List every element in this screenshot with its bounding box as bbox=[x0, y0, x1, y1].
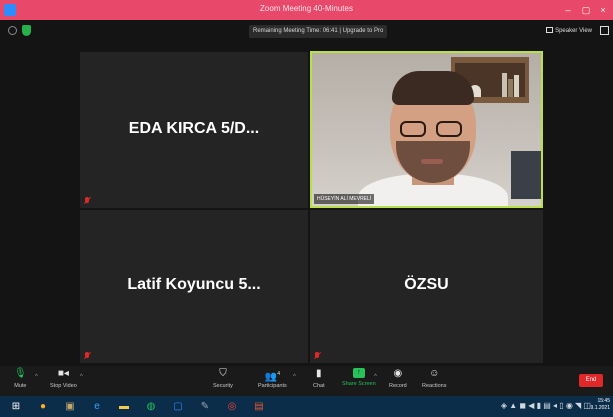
participants-icon: 👥4 bbox=[264, 371, 280, 383]
mic-muted-icon bbox=[84, 197, 90, 205]
participant-name: Latif Koyuncu 5... bbox=[127, 276, 261, 293]
record-label: Record bbox=[389, 383, 407, 389]
active-speaker-video-tile[interactable]: HÜSEYİN ALİ MEVRELİ bbox=[310, 51, 543, 208]
reactions-icon: ☺ bbox=[429, 368, 440, 379]
reactions-button[interactable]: ☺ Reactions bbox=[422, 368, 446, 389]
chrome-icon[interactable]: ◎ bbox=[224, 399, 240, 414]
microphone-icon: 🎙 bbox=[14, 368, 27, 379]
powerpoint-icon[interactable]: ▤ bbox=[251, 399, 267, 414]
participant-tile[interactable]: EDA KIRCA 5/D... bbox=[80, 52, 308, 208]
share-options-caret[interactable]: ^ bbox=[374, 374, 377, 380]
app-icon[interactable]: ✎ bbox=[197, 399, 213, 414]
participants-options-caret[interactable]: ^ bbox=[293, 374, 296, 380]
participant-name-label: HÜSEYİN ALİ MEVRELİ bbox=[314, 194, 375, 204]
chat-bubble-icon: ▮ bbox=[316, 368, 322, 379]
speaker-video bbox=[312, 53, 541, 206]
audio-options-caret[interactable]: ^ bbox=[35, 374, 38, 380]
info-icon[interactable] bbox=[8, 26, 17, 35]
record-icon: ◉ bbox=[393, 368, 403, 379]
video-camera-icon: ■◂ bbox=[57, 368, 69, 379]
grid-view-icon bbox=[546, 27, 554, 33]
internet-explorer-icon[interactable]: e bbox=[89, 399, 105, 414]
participants-button[interactable]: 👥4 Participants bbox=[258, 368, 287, 389]
remaining-time-banner[interactable]: Remaining Meeting Time: 06:41 | Upgrade … bbox=[249, 25, 388, 38]
chat-button[interactable]: ▮ Chat bbox=[313, 368, 325, 389]
participants-count: 4 bbox=[277, 371, 280, 377]
fullscreen-icon[interactable] bbox=[600, 26, 609, 35]
clock-date: 9.1.2021 bbox=[590, 405, 610, 411]
browser-app-icon[interactable]: ● bbox=[35, 399, 51, 414]
taskbar-clock[interactable]: 15:45 9.1.2021 bbox=[591, 398, 610, 412]
meeting-info-bar: Remaining Meeting Time: 06:41 | Upgrade … bbox=[0, 20, 613, 42]
end-meeting-button[interactable]: End bbox=[579, 374, 603, 387]
file-explorer-icon[interactable]: ▬ bbox=[116, 399, 132, 414]
system-tray[interactable]: ◈ ▲ ◼ ◀ ▮ ▤ ◂ ▯ ◉ ◥ ◫ bbox=[501, 401, 591, 410]
chat-label: Chat bbox=[313, 383, 325, 389]
mute-label: Mute bbox=[14, 383, 27, 389]
participant-tile[interactable]: ÖZSU bbox=[310, 210, 543, 363]
title-bar: Zoom Meeting 40-Minutes – ▢ × bbox=[0, 0, 613, 20]
video-options-caret[interactable]: ^ bbox=[80, 374, 83, 380]
participant-name: ÖZSU bbox=[404, 276, 449, 293]
speaker-view-button[interactable]: Speaker View bbox=[543, 25, 595, 37]
participants-label: Participants bbox=[258, 383, 287, 389]
zoom-icon[interactable]: ▢ bbox=[170, 399, 186, 414]
stop-video-button[interactable]: ■◂ Stop Video bbox=[50, 368, 77, 389]
window-title: Zoom Meeting 40-Minutes bbox=[260, 4, 353, 13]
mic-muted-icon bbox=[314, 352, 320, 360]
windows-start-icon[interactable]: ⊞ bbox=[8, 399, 24, 414]
security-label: Security bbox=[213, 383, 233, 389]
app-icon[interactable]: ▣ bbox=[62, 399, 78, 414]
minimize-button[interactable]: – bbox=[561, 3, 575, 17]
share-screen-icon: ↑ bbox=[352, 368, 365, 378]
share-screen-label: Share Screen bbox=[342, 381, 376, 387]
meeting-toolbar: 🎙 Mute ^ ■◂ Stop Video ^ ⛉ Security 👥4 P… bbox=[0, 366, 613, 396]
zoom-window: Zoom Meeting 40-Minutes – ▢ × Remaining … bbox=[0, 0, 613, 417]
clock-time: 15:45 bbox=[597, 398, 610, 404]
windows-taskbar: ⊞ ● ▣ e ▬ ◍ ▢ ✎ ◎ ▤ ◈ ▲ ◼ ◀ ▮ ▤ ◂ ▯ ◉ ◥ … bbox=[0, 396, 613, 417]
whatsapp-icon[interactable]: ◍ bbox=[143, 399, 159, 414]
participant-name: EDA KIRCA 5/D... bbox=[128, 120, 260, 137]
stop-video-label: Stop Video bbox=[50, 383, 77, 389]
maximize-button[interactable]: ▢ bbox=[579, 3, 593, 17]
mic-muted-icon bbox=[84, 352, 90, 360]
record-button[interactable]: ◉ Record bbox=[389, 368, 407, 389]
reactions-label: Reactions bbox=[422, 383, 447, 389]
share-screen-button[interactable]: ↑ Share Screen bbox=[342, 368, 376, 387]
shield-icon: ⛉ bbox=[219, 368, 227, 379]
encryption-shield-icon[interactable] bbox=[22, 25, 31, 36]
close-button[interactable]: × bbox=[596, 3, 610, 17]
mute-button[interactable]: 🎙 Mute bbox=[14, 368, 27, 389]
security-button[interactable]: ⛉ Security bbox=[213, 368, 233, 389]
speaker-view-label: Speaker View bbox=[555, 28, 592, 34]
participant-tile[interactable]: Latif Koyuncu 5... bbox=[80, 210, 308, 363]
